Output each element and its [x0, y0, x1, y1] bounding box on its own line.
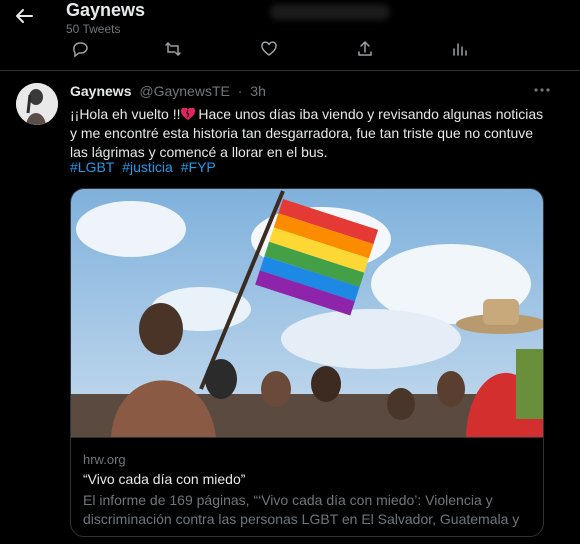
card-domain: hrw.org	[83, 452, 126, 467]
more-icon[interactable]	[530, 81, 554, 99]
reply-icon[interactable]	[71, 40, 89, 58]
card-image[interactable]	[71, 189, 544, 437]
share-icon[interactable]	[356, 40, 374, 58]
tweet-time[interactable]: 3h	[250, 83, 266, 99]
tweet-count: 50 Tweets	[66, 22, 121, 36]
author-name[interactable]: Gaynews	[70, 83, 131, 99]
hashtag-justicia[interactable]: #justicia	[122, 159, 173, 175]
blurred-region	[270, 4, 390, 20]
card-description: El informe de 169 páginas, “‘Vivo cada d…	[83, 492, 520, 536]
card-meta[interactable]: hrw.org “Vivo cada día con miedo” El inf…	[71, 437, 543, 536]
analytics-icon[interactable]	[451, 40, 469, 58]
hashtags: #LGBT #justicia #FYP	[70, 158, 220, 177]
arrow-left-icon[interactable]	[14, 6, 34, 26]
tweet-text-intro: ¡¡Hola eh vuelto !!	[70, 106, 181, 122]
retweet-icon[interactable]	[164, 40, 182, 58]
tweet-text: ¡¡Hola eh vuelto !! Hace unos días iba v…	[70, 105, 550, 162]
link-card[interactable]: hrw.org “Vivo cada día con miedo” El inf…	[70, 188, 544, 537]
previous-tweet-actions	[0, 38, 580, 62]
tweet-author: Gaynews @GaynewsTE · 3h	[70, 83, 266, 99]
avatar[interactable]	[16, 83, 58, 125]
heart-icon[interactable]	[260, 40, 278, 58]
broken-heart-icon	[180, 108, 195, 120]
hashtag-fyp[interactable]: #FYP	[181, 159, 216, 175]
separator: ·	[237, 83, 243, 99]
profile-title: Gaynews	[66, 0, 146, 20]
card-title: “Vivo cada día con miedo”	[83, 471, 246, 487]
profile-header: Gaynews 50 Tweets	[0, 0, 580, 38]
author-handle[interactable]: @GaynewsTE	[139, 83, 229, 99]
hashtag-lgbt[interactable]: #LGBT	[70, 159, 114, 175]
tweet[interactable]: Gaynews @GaynewsTE · 3h ¡¡Hola eh vuelto…	[0, 71, 580, 544]
